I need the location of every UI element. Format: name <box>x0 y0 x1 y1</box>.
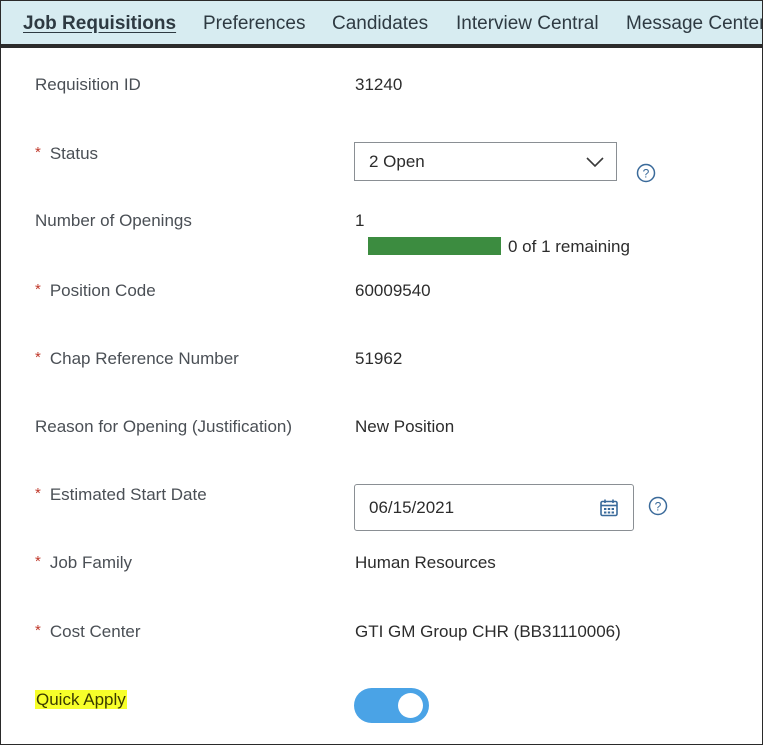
help-circle-icon[interactable]: ? <box>636 163 656 183</box>
quick-apply-toggle[interactable] <box>354 688 429 723</box>
status-label-text: Status <box>49 144 99 163</box>
reason-label-text: Reason for Opening (Justification) <box>35 417 293 436</box>
position-code-label-text: Position Code <box>49 281 156 300</box>
start-date-value: 06/15/2021 <box>369 498 455 517</box>
required-marker: * <box>35 622 41 639</box>
job-family-label-text: Job Family <box>49 553 133 572</box>
openings-remaining-text: 0 of 1 remaining <box>508 237 630 256</box>
required-marker: * <box>35 349 41 366</box>
job-family-label: * Job Family <box>35 553 132 573</box>
chap-reference-label: * Chap Reference Number <box>35 349 239 369</box>
openings-progress-fill <box>368 237 501 255</box>
requisition-id-value: 31240 <box>355 75 403 94</box>
start-date-label-text: Estimated Start Date <box>49 485 207 504</box>
start-date-input[interactable]: 06/15/2021 <box>354 484 634 531</box>
chevron-down-icon <box>586 157 604 168</box>
cost-center-label: * Cost Center <box>35 622 141 642</box>
required-marker: * <box>35 144 41 161</box>
tab-candidates[interactable]: Candidates <box>332 13 428 35</box>
requisition-id-label: Requisition ID <box>35 75 141 95</box>
status-select[interactable]: 2 Open <box>354 142 617 181</box>
openings-progress-bar <box>368 237 501 255</box>
quick-apply-label-text: Quick Apply <box>35 690 127 709</box>
calendar-icon[interactable] <box>599 498 619 518</box>
status-label: * Status <box>35 144 98 164</box>
required-marker: * <box>35 485 41 502</box>
reason-label: Reason for Opening (Justification) <box>35 417 292 437</box>
help-circle-icon[interactable]: ? <box>648 496 668 516</box>
position-code-label: * Position Code <box>35 281 156 301</box>
cost-center-value: GTI GM Group CHR (BB31110006) <box>355 622 621 641</box>
quick-apply-label: Quick Apply <box>35 690 127 710</box>
tab-interview-central[interactable]: Interview Central <box>456 13 599 35</box>
openings-label: Number of Openings <box>35 211 192 231</box>
openings-label-text: Number of Openings <box>35 211 192 230</box>
job-family-value: Human Resources <box>355 553 496 572</box>
toggle-knob <box>398 693 423 718</box>
start-date-label: * Estimated Start Date <box>35 485 207 505</box>
openings-value: 1 <box>355 211 365 230</box>
chap-reference-label-text: Chap Reference Number <box>49 349 239 368</box>
position-code-value: 60009540 <box>355 281 431 300</box>
reason-value: New Position <box>355 417 455 436</box>
requisition-form-window: Job Requisitions Preferences Candidates … <box>0 0 763 745</box>
svg-text:?: ? <box>655 500 662 514</box>
requisition-id-label-text: Requisition ID <box>35 75 141 94</box>
status-select-value: 2 Open <box>369 152 425 171</box>
top-navigation-tabs: Job Requisitions Preferences Candidates … <box>1 1 762 48</box>
required-marker: * <box>35 281 41 298</box>
svg-text:?: ? <box>643 167 650 181</box>
chap-reference-value: 51962 <box>355 349 403 368</box>
tab-message-center[interactable]: Message Center <box>626 13 762 35</box>
cost-center-label-text: Cost Center <box>49 622 141 641</box>
tab-job-requisitions[interactable]: Job Requisitions <box>23 13 176 35</box>
required-marker: * <box>35 553 41 570</box>
tab-preferences[interactable]: Preferences <box>203 13 305 35</box>
